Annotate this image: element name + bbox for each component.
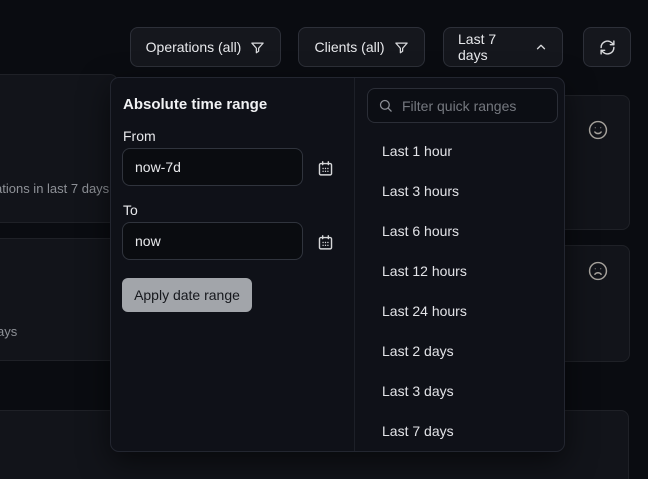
quick-range-option[interactable]: Last 7 days (355, 411, 563, 451)
quick-range-option[interactable]: Last 12 hours (355, 251, 563, 291)
absolute-time-range-title: Absolute time range (123, 96, 267, 113)
quick-range-option[interactable]: Last 3 hours (355, 171, 563, 211)
time-picker-dropdown: Absolute time range From To (110, 77, 565, 452)
from-input[interactable] (122, 148, 303, 186)
refresh-button[interactable] (583, 27, 631, 67)
quick-range-list: Last 1 hourLast 3 hoursLast 6 hoursLast … (355, 131, 563, 451)
background-panel-left-2 (0, 238, 118, 361)
frown-face-icon (587, 260, 609, 282)
time-range-button[interactable]: Last 7 days (443, 27, 563, 67)
smiley-face-icon (587, 119, 609, 141)
from-label: From (123, 128, 156, 144)
background-panel-left-2-title: ays (0, 324, 17, 339)
time-range-label: Last 7 days (458, 31, 525, 63)
apply-date-range-button[interactable]: Apply date range (122, 278, 252, 312)
quick-range-option[interactable]: Last 2 days (355, 331, 563, 371)
to-label: To (123, 202, 138, 218)
quick-range-option[interactable]: Last 6 hours (355, 211, 563, 251)
operations-filter-button[interactable]: Operations (all) (130, 27, 281, 67)
calendar-icon[interactable] (317, 159, 335, 177)
filter-funnel-icon (250, 40, 265, 55)
filter-quick-ranges-input[interactable] (367, 88, 558, 123)
clients-filter-label: Clients (all) (314, 39, 384, 55)
clients-filter-button[interactable]: Clients (all) (298, 27, 425, 67)
chevron-up-icon (534, 40, 548, 54)
background-panel-operations-title: ations in last 7 days (0, 181, 109, 196)
quick-range-option[interactable]: Last 3 days (355, 371, 563, 411)
operations-filter-label: Operations (all) (146, 39, 242, 55)
refresh-icon (599, 39, 616, 56)
quick-range-option[interactable]: Last 1 hour (355, 131, 563, 171)
filter-funnel-icon (394, 40, 409, 55)
to-input[interactable] (122, 222, 303, 260)
quick-range-search (367, 88, 558, 123)
dashboard-screen: ations in last 7 days ays Operations (al… (0, 0, 648, 479)
calendar-icon[interactable] (317, 233, 335, 251)
background-panel-operations (0, 74, 118, 223)
quick-range-option[interactable]: Last 24 hours (355, 291, 563, 331)
